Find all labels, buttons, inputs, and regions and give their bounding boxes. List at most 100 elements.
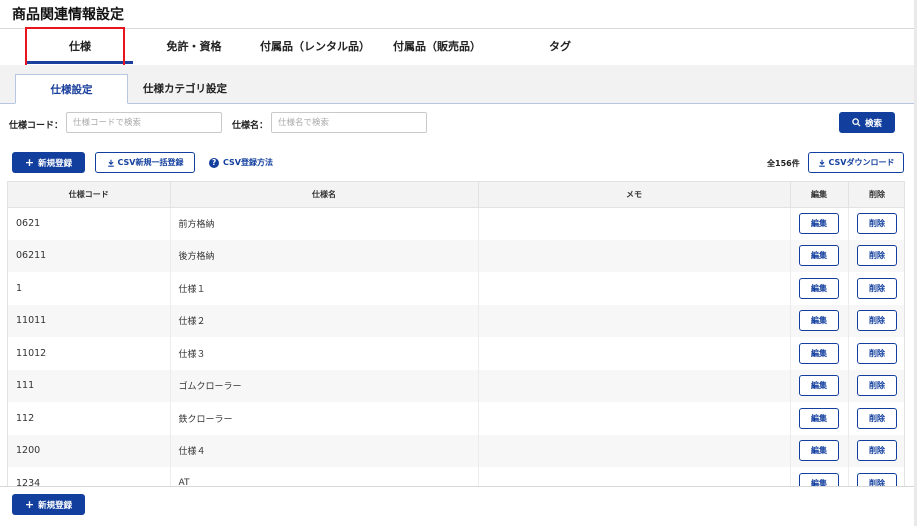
cell-edit: 編集 (790, 434, 849, 467)
edit-button[interactable]: 編集 (799, 213, 839, 234)
delete-button[interactable]: 削除 (857, 472, 897, 486)
cell-memo (478, 337, 791, 370)
edit-button[interactable]: 編集 (799, 277, 839, 299)
code-search-input[interactable] (66, 112, 222, 133)
cell-memo (478, 207, 791, 240)
footer-bar: + 新規登録 (0, 486, 917, 526)
cell-edit: 編集 (790, 272, 849, 305)
footer-new-register-label: 新規登録 (38, 500, 73, 511)
delete-button[interactable]: 削除 (857, 407, 897, 429)
edit-button[interactable]: 編集 (799, 245, 839, 267)
csv-download-label: CSVダウンロード (828, 158, 895, 167)
cell-memo (478, 239, 791, 272)
header-delete: 削除 (848, 182, 904, 208)
cell-name: 後方格納 (170, 239, 479, 272)
code-search-label: 仕様コード： (9, 121, 64, 131)
sub-tab-bar: 仕様設定 仕様カテゴリ設定 (0, 65, 917, 104)
table-row: 06211 後方格納 編集 削除 (8, 239, 904, 272)
tab-accessory-sale[interactable]: 付属品（販売品） (385, 29, 489, 65)
tab-license[interactable]: 免許・資格 (150, 29, 238, 65)
delete-button[interactable]: 削除 (857, 277, 897, 299)
subtab-spec-category-settings[interactable]: 仕様カテゴリ設定 (130, 74, 240, 104)
delete-button[interactable]: 削除 (857, 213, 897, 234)
delete-button[interactable]: 削除 (857, 375, 897, 397)
search-button[interactable]: 検索 (839, 112, 895, 133)
cell-code: 111 (8, 369, 171, 402)
cell-memo (478, 402, 791, 435)
plus-icon: + (24, 497, 35, 511)
cell-delete: 削除 (848, 207, 904, 240)
cell-edit: 編集 (790, 207, 849, 240)
table-row: 1 仕様１ 編集 削除 (8, 272, 904, 305)
table-row: 112 鉄クローラー 編集 削除 (8, 402, 904, 435)
cell-code: 06211 (8, 239, 171, 272)
edit-button[interactable]: 編集 (799, 407, 839, 429)
cell-edit: 編集 (790, 369, 849, 402)
cell-delete: 削除 (848, 402, 904, 435)
cell-name: 仕様１ (170, 272, 479, 305)
spec-table: 仕様コード 仕様名 メモ 編集 削除 0621 前方格納 編集 削除 06211 後方格納… (7, 181, 905, 486)
cell-memo (478, 304, 791, 337)
tab-tag[interactable]: タグ (535, 29, 585, 65)
search-row: 仕様コード： 仕様名： 検索 (0, 104, 917, 144)
cell-code: 1 (8, 272, 171, 305)
table-row: 1234 AT 編集 削除 (8, 467, 904, 486)
page-title: 商品関連情報設定 (12, 7, 124, 23)
cell-edit: 編集 (790, 467, 849, 486)
cell-delete: 削除 (848, 434, 904, 467)
csv-bulk-register-button[interactable]: CSV新規一括登録 (95, 152, 195, 173)
csv-help-link[interactable]: ? CSV登録方法 (209, 157, 273, 168)
header-name[interactable]: 仕様名 (170, 182, 479, 208)
cell-code: 11012 (8, 337, 171, 370)
header-edit: 編集 (790, 182, 849, 208)
cell-memo (478, 369, 791, 402)
cell-delete: 削除 (848, 369, 904, 402)
csv-download-button[interactable]: CSVダウンロード (808, 152, 904, 173)
cell-name: 前方格納 (170, 207, 479, 240)
cell-delete: 削除 (848, 239, 904, 272)
cell-edit: 編集 (790, 304, 849, 337)
new-register-label: 新規登録 (38, 158, 73, 169)
footer-new-register-button[interactable]: + 新規登録 (12, 494, 85, 515)
cell-delete: 削除 (848, 304, 904, 337)
delete-button[interactable]: 削除 (857, 342, 897, 364)
csv-bulk-register-label: CSV新規一括登録 (117, 158, 184, 167)
cell-code: 0621 (8, 207, 171, 240)
header-memo: メモ (478, 182, 791, 208)
edit-button[interactable]: 編集 (799, 310, 839, 332)
edit-button[interactable]: 編集 (799, 375, 839, 397)
subtab-spec-settings[interactable]: 仕様設定 (15, 74, 128, 104)
tab-spec[interactable]: 仕様 (27, 29, 133, 65)
plus-icon: + (24, 155, 35, 169)
table-row: 111 ゴムクローラー 編集 削除 (8, 369, 904, 402)
cell-edit: 編集 (790, 402, 849, 435)
cell-memo (478, 467, 791, 486)
cell-code: 112 (8, 402, 171, 435)
tab-accessory-rental[interactable]: 付属品（レンタル品） (250, 29, 380, 65)
cell-delete: 削除 (848, 337, 904, 370)
cell-code: 1234 (8, 467, 171, 486)
cell-name: 仕様４ (170, 434, 479, 467)
new-register-button[interactable]: + 新規登録 (12, 152, 85, 173)
cell-name: ゴムクローラー (170, 369, 479, 402)
name-search-input[interactable] (271, 112, 427, 133)
edit-button[interactable]: 編集 (799, 472, 839, 486)
edit-button[interactable]: 編集 (799, 342, 839, 364)
delete-button[interactable]: 削除 (857, 245, 897, 267)
delete-button[interactable]: 削除 (857, 310, 897, 332)
delete-button[interactable]: 削除 (857, 440, 897, 462)
cell-name: 仕様２ (170, 304, 479, 337)
download-icon (818, 159, 825, 167)
cell-name: 仕様３ (170, 337, 479, 370)
cell-delete: 削除 (848, 467, 904, 486)
search-icon (852, 118, 861, 127)
cell-memo (478, 434, 791, 467)
table-row: 11012 仕様３ 編集 削除 (8, 337, 904, 370)
table-row: 0621 前方格納 編集 削除 (8, 207, 904, 240)
search-button-label: 検索 (864, 118, 882, 129)
edit-button[interactable]: 編集 (799, 440, 839, 462)
top-tab-bar: 仕様 免許・資格 付属品（レンタル品） 付属品（販売品） タグ (0, 29, 917, 65)
table-row: 11011 仕様２ 編集 削除 (8, 304, 904, 337)
cell-edit: 編集 (790, 337, 849, 370)
header-code[interactable]: 仕様コード (8, 182, 171, 208)
